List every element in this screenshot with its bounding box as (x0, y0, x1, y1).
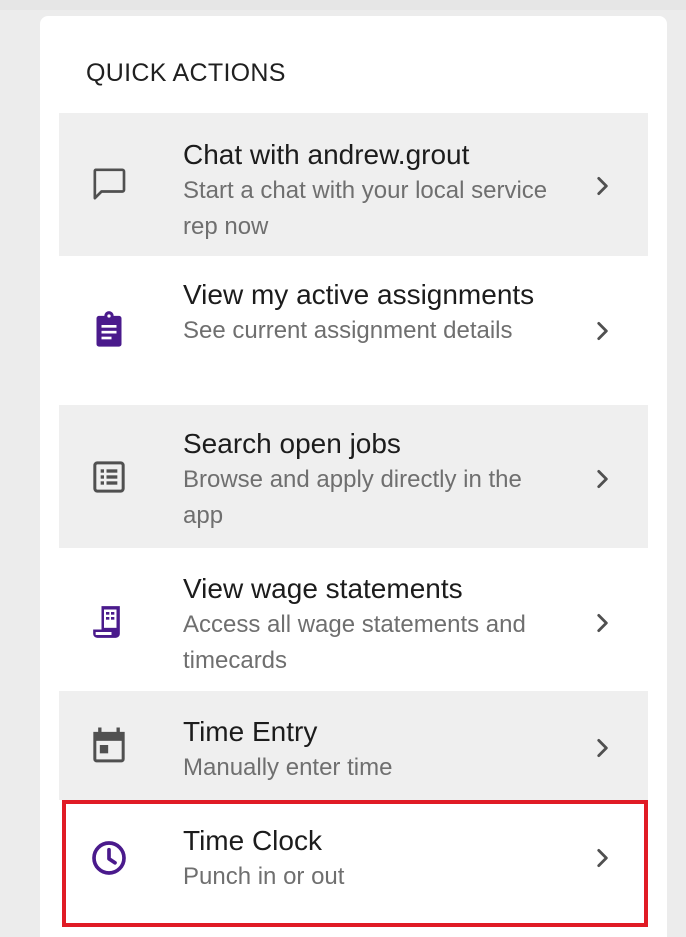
action-title: View my active assignments (183, 279, 535, 310)
action-subtitle: Punch in or out (183, 863, 345, 890)
chevron-right-icon (589, 845, 615, 871)
chevron-right-icon (589, 735, 615, 761)
action-title: Search open jobs (183, 428, 401, 459)
action-search-open-jobs[interactable]: Search open jobs Browse and apply direct… (59, 405, 648, 548)
action-time-entry[interactable]: Time Entry Manually enter time (59, 691, 648, 800)
clock-icon (89, 838, 129, 878)
top-bar (0, 0, 686, 10)
action-text: View my active assignments See current a… (183, 278, 568, 349)
action-title: Time Entry (183, 716, 318, 747)
action-text: View wage statements Access all wage sta… (183, 572, 568, 679)
action-text: Chat with andrew.grout Start a chat with… (183, 138, 568, 245)
chevron-right-icon (589, 318, 615, 344)
action-subtitle: Manually enter time (183, 754, 393, 781)
action-title: Chat with andrew.grout (183, 139, 470, 170)
action-text: Time Entry Manually enter time (183, 715, 568, 786)
list-box-icon (89, 457, 129, 497)
action-subtitle: Browse and apply directly in the app (183, 466, 522, 529)
action-time-clock[interactable]: Time Clock Punch in or out (59, 800, 648, 927)
action-chat[interactable]: Chat with andrew.grout Start a chat with… (59, 113, 648, 256)
chat-bubble-outline-icon (89, 164, 129, 204)
action-text: Search open jobs Browse and apply direct… (183, 427, 568, 534)
action-title: Time Clock (183, 825, 322, 856)
action-active-assignments[interactable]: View my active assignments See current a… (59, 256, 648, 405)
action-subtitle: Start a chat with your local service rep… (183, 177, 548, 240)
calendar-icon (89, 725, 129, 765)
action-text: Time Clock Punch in or out (183, 824, 568, 895)
clipboard-assignment-icon (89, 310, 129, 350)
action-subtitle: Access all wage statements and timecards (183, 611, 526, 674)
receipt-icon (89, 602, 129, 642)
chevron-right-icon (589, 173, 615, 199)
chevron-right-icon (589, 610, 615, 636)
section-title: QUICK ACTIONS (86, 59, 286, 87)
action-title: View wage statements (183, 573, 463, 604)
action-subtitle: See current assignment details (183, 317, 513, 344)
chevron-right-icon (589, 466, 615, 492)
action-wage-statements[interactable]: View wage statements Access all wage sta… (59, 548, 648, 691)
